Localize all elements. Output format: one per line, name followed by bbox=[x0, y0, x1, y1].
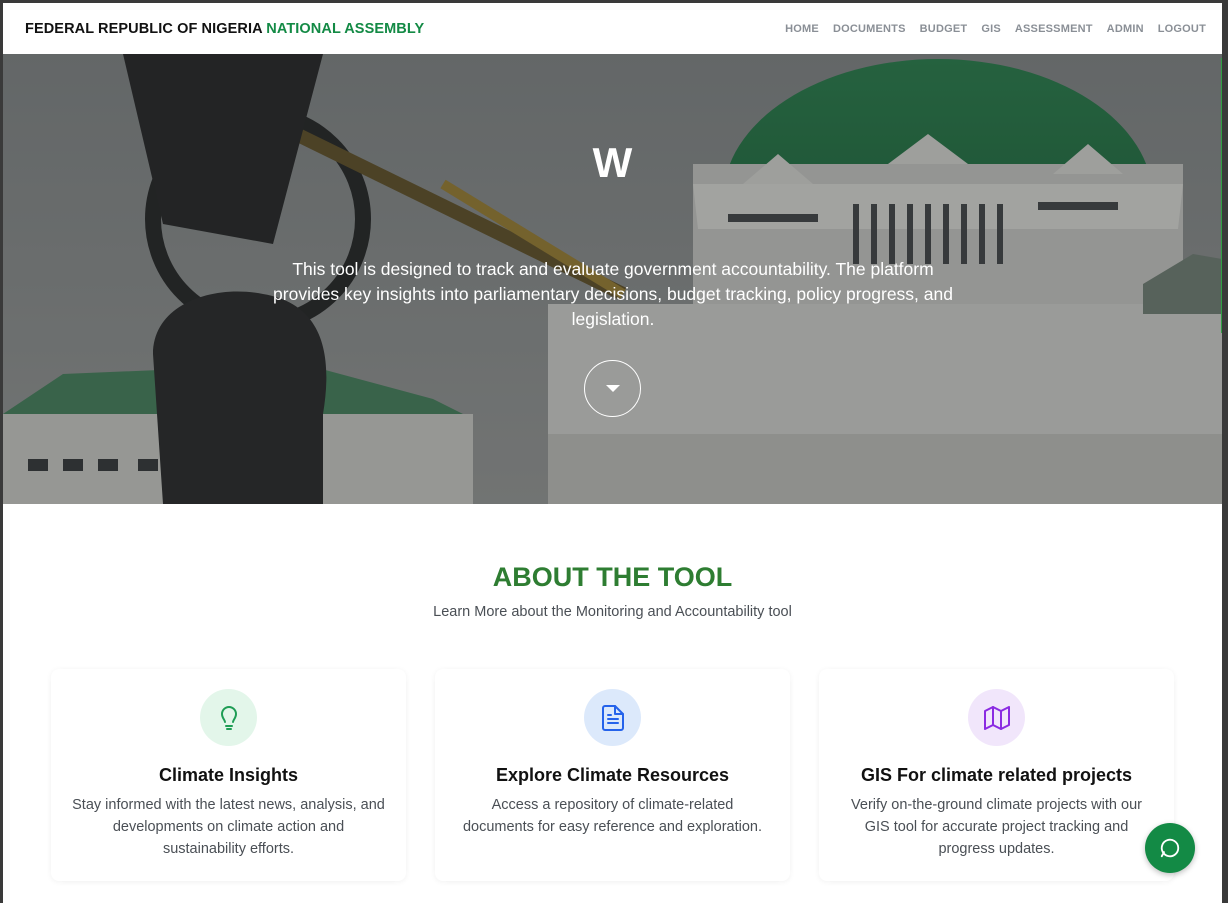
about-subtitle: Learn More about the Monitoring and Acco… bbox=[433, 604, 792, 620]
nav-logout[interactable]: LOGOUT bbox=[1158, 23, 1206, 35]
card-climate-insights[interactable]: Climate Insights Stay informed with the … bbox=[51, 669, 406, 881]
nav-assessment[interactable]: ASSESSMENT bbox=[1015, 23, 1093, 35]
chat-button[interactable] bbox=[1145, 823, 1195, 873]
nav-admin[interactable]: ADMIN bbox=[1107, 23, 1144, 35]
chat-icon bbox=[1160, 838, 1180, 858]
hero-description: This tool is designed to track and evalu… bbox=[273, 259, 953, 329]
card-text: Verify on-the-ground climate projects wi… bbox=[851, 797, 1142, 857]
nav-budget[interactable]: BUDGET bbox=[920, 23, 968, 35]
nav-documents[interactable]: DOCUMENTS bbox=[833, 23, 906, 35]
caret-down-icon bbox=[605, 385, 620, 392]
brand-main: FEDERAL REPUBLIC OF NIGERIA bbox=[25, 20, 263, 37]
card-explore-resources[interactable]: Explore Climate Resources Access a repos… bbox=[435, 669, 790, 881]
map-icon bbox=[968, 689, 1025, 746]
card-text: Stay informed with the latest news, anal… bbox=[72, 797, 385, 857]
document-icon bbox=[584, 689, 641, 746]
nav-home[interactable]: HOME bbox=[785, 23, 819, 35]
page: FEDERAL REPUBLIC OF NIGERIA NATIONAL ASS… bbox=[3, 3, 1222, 903]
brand[interactable]: FEDERAL REPUBLIC OF NIGERIA NATIONAL ASS… bbox=[25, 21, 424, 37]
nav-gis[interactable]: GIS bbox=[981, 23, 1001, 35]
hero-title: W bbox=[592, 139, 633, 186]
scrollbar-thumb[interactable] bbox=[1221, 58, 1222, 333]
hero: W This tool is designed to track and eva… bbox=[3, 54, 1222, 504]
lightbulb-icon bbox=[200, 689, 257, 746]
card-gis-projects[interactable]: GIS For climate related projects Verify … bbox=[819, 669, 1174, 881]
navbar: FEDERAL REPUBLIC OF NIGERIA NATIONAL ASS… bbox=[3, 3, 1222, 54]
card-title: Climate Insights bbox=[158, 765, 299, 785]
nav-links: HOME DOCUMENTS BUDGET GIS ASSESSMENT ADM… bbox=[785, 23, 1206, 35]
brand-accent: NATIONAL ASSEMBLY bbox=[266, 20, 425, 37]
about-title: ABOUT THE TOOL bbox=[492, 562, 733, 592]
scroll-down-button[interactable] bbox=[584, 360, 641, 417]
card-text: Access a repository of climate-related d… bbox=[462, 797, 763, 835]
card-title: Explore Climate Resources bbox=[495, 765, 730, 785]
card-title: GIS For climate related projects bbox=[860, 765, 1133, 785]
